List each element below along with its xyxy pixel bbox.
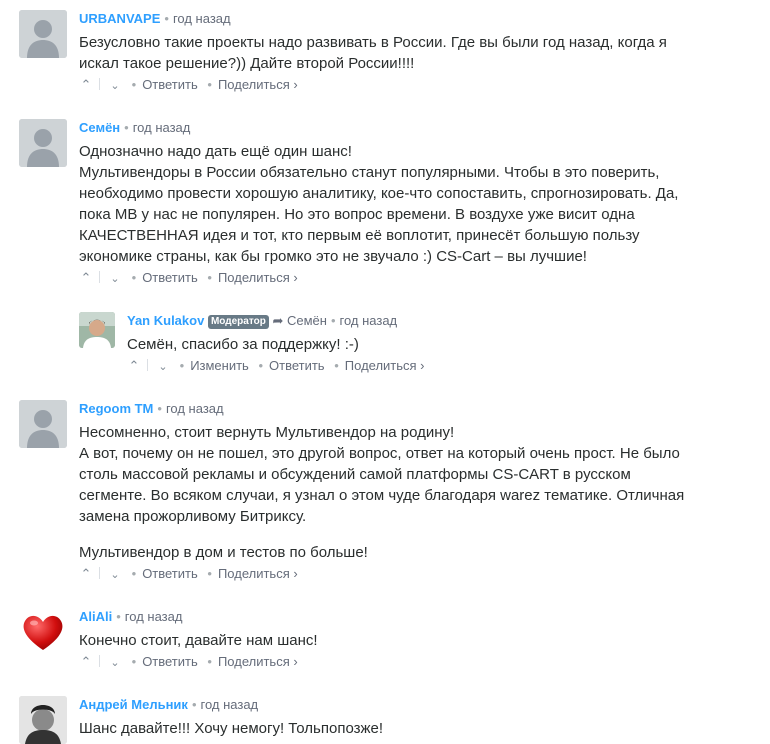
- separator-dot: •: [207, 77, 212, 92]
- timestamp[interactable]: год назад: [173, 11, 231, 26]
- comment-body: Несомненно, стоит вернуть Мультивендор н…: [79, 422, 699, 563]
- chevron-up-icon[interactable]: ⌃: [79, 654, 93, 670]
- reply-link[interactable]: Ответить: [142, 654, 198, 669]
- moderator-badge: Модератор: [207, 315, 269, 329]
- comment-footer: ⌃ ⌄ • Ответить • Поделиться ›: [79, 566, 298, 583]
- reply-to[interactable]: ➦ Семён: [272, 313, 327, 328]
- comment-footer: ⌃ ⌄ • Ответить • Поделиться ›: [79, 77, 298, 94]
- separator-dot: •: [207, 566, 212, 581]
- comment-header: Yan Kulakov Модератор ➦ Семён • год назад: [127, 313, 397, 329]
- author-name[interactable]: Андрей Мельник: [79, 697, 188, 712]
- separator-dot: •: [330, 313, 336, 328]
- edit-link[interactable]: Изменить: [190, 358, 249, 373]
- avatar[interactable]: [19, 10, 67, 58]
- avatar[interactable]: [19, 400, 67, 448]
- chevron-up-icon[interactable]: ⌃: [79, 77, 93, 93]
- timestamp[interactable]: год назад: [201, 697, 259, 712]
- comment-paragraph: Мультивендоры в России обязательно стану…: [79, 164, 679, 265]
- user-photo-icon: [19, 696, 67, 744]
- chevron-down-icon[interactable]: ⌄: [108, 78, 122, 94]
- separator-dot: •: [131, 270, 137, 285]
- timestamp[interactable]: год назад: [166, 401, 224, 416]
- avatar[interactable]: [79, 312, 115, 348]
- author-name[interactable]: Yan Kulakov: [127, 313, 204, 328]
- comment-paragraph: А вот, почему он не пошел, это другой во…: [79, 445, 685, 525]
- share-link[interactable]: Поделиться ›: [345, 358, 425, 373]
- share-link[interactable]: Поделиться ›: [218, 270, 298, 285]
- reply-link[interactable]: Ответить: [142, 77, 198, 92]
- separator-dot: •: [207, 654, 212, 669]
- comment-header: Regoom TM • год назад: [79, 401, 224, 417]
- reply-link[interactable]: Ответить: [269, 358, 325, 373]
- separator-dot: •: [116, 609, 121, 624]
- avatar[interactable]: [19, 608, 67, 656]
- chevron-up-icon[interactable]: ⌃: [127, 358, 141, 374]
- chevron-down-icon[interactable]: ⌄: [108, 271, 122, 287]
- timestamp[interactable]: год назад: [133, 120, 191, 135]
- reply-to-name: Семён: [286, 313, 327, 328]
- divider: [147, 359, 148, 371]
- reply-link[interactable]: Ответить: [142, 270, 198, 285]
- divider: [99, 271, 100, 283]
- chevron-down-icon[interactable]: ⌄: [108, 567, 122, 583]
- comment-paragraph: Мультивендор в дом и тестов по больше!: [79, 544, 368, 561]
- author-name[interactable]: URBANVAPE: [79, 11, 160, 26]
- separator-dot: •: [131, 566, 137, 581]
- heart-avatar-icon: [19, 608, 67, 656]
- comment-body: Безусловно такие проекты надо развивать …: [79, 32, 699, 74]
- comment-paragraph: Безусловно такие проекты надо развивать …: [79, 34, 667, 72]
- share-link[interactable]: Поделиться ›: [218, 77, 298, 92]
- comment-footer: ⌃ ⌄ • Ответить • Поделиться ›: [79, 270, 298, 287]
- separator-dot: •: [334, 358, 339, 373]
- comment-body: Однозначно надо дать ещё один шанс! Муль…: [79, 141, 699, 267]
- comment-header: AliAli • год назад: [79, 609, 182, 625]
- divider: [99, 567, 100, 579]
- comment-paragraph: Несомненно, стоит вернуть Мультивендор н…: [79, 424, 455, 441]
- default-avatar-icon: [19, 119, 67, 167]
- separator-dot: •: [191, 697, 197, 712]
- comment-paragraph: Конечно стоит, давайте нам шанс!: [79, 632, 318, 649]
- comment-body: Конечно стоит, давайте нам шанс!: [79, 630, 699, 651]
- divider: [99, 78, 100, 90]
- comment-header: URBANVAPE • год назад: [79, 11, 231, 27]
- default-avatar-icon: [19, 10, 67, 58]
- author-name[interactable]: AliAli: [79, 609, 112, 624]
- share-link[interactable]: Поделиться ›: [218, 654, 298, 669]
- user-photo-icon: [79, 312, 115, 348]
- reply-link[interactable]: Ответить: [142, 566, 198, 581]
- author-name[interactable]: Regoom TM: [79, 401, 153, 416]
- comment-body: Семён, спасибо за поддержку! :-): [127, 334, 687, 355]
- comment-footer: ⌃ ⌄ • Изменить • Ответить • Поделиться ›: [127, 358, 425, 375]
- timestamp[interactable]: год назад: [125, 609, 183, 624]
- avatar[interactable]: [19, 119, 67, 167]
- author-name[interactable]: Семён: [79, 120, 120, 135]
- default-avatar-icon: [19, 400, 67, 448]
- separator-dot: •: [124, 120, 129, 135]
- separator-dot: •: [131, 654, 137, 669]
- chevron-down-icon[interactable]: ⌄: [108, 655, 122, 671]
- share-link[interactable]: Поделиться ›: [218, 566, 298, 581]
- separator-dot: •: [164, 11, 169, 26]
- comment-footer: ⌃ ⌄ • Ответить • Поделиться ›: [79, 654, 298, 671]
- separator-dot: •: [258, 358, 264, 373]
- separator-dot: •: [207, 270, 212, 285]
- separator-dot: •: [179, 358, 185, 373]
- chevron-down-icon[interactable]: ⌄: [156, 359, 170, 375]
- comment-paragraph: Однозначно надо дать ещё один шанс!: [79, 143, 352, 160]
- chevron-up-icon[interactable]: ⌃: [79, 566, 93, 582]
- comment-header: Семён • год назад: [79, 120, 190, 136]
- comment-header: Андрей Мельник • год назад: [79, 697, 258, 713]
- reply-arrow-icon: ➦: [272, 313, 284, 328]
- divider: [99, 655, 100, 667]
- separator-dot: •: [157, 401, 162, 416]
- comment-paragraph: Семён, спасибо за поддержку! :-): [127, 336, 359, 353]
- separator-dot: •: [131, 77, 137, 92]
- chevron-up-icon[interactable]: ⌃: [79, 270, 93, 286]
- avatar[interactable]: [19, 696, 67, 744]
- timestamp[interactable]: год назад: [340, 313, 398, 328]
